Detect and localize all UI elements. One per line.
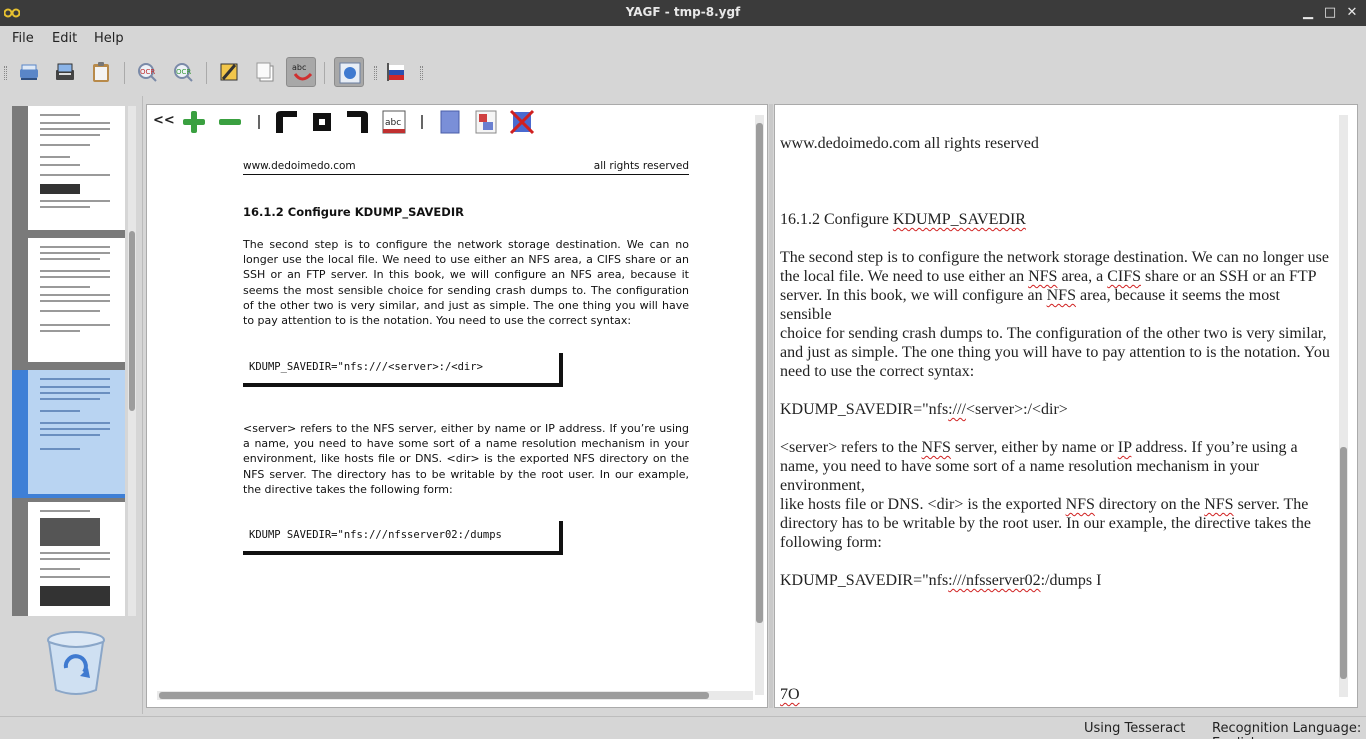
text-line: KDUMP_SAVEDIR="nfs:///<server>:/<dir> — [780, 401, 1068, 418]
code-text: KDUMP SAVEDIR="nfs:///nfsserver02:/dumps — [249, 529, 502, 541]
ocr-engine-status: Using Tesseract — [1084, 721, 1186, 736]
toolbar-separator — [324, 62, 325, 84]
page-thumbnail[interactable] — [12, 502, 125, 616]
menu-help[interactable]: Help — [94, 31, 124, 46]
copy-text-button[interactable] — [250, 57, 280, 87]
toolbar-separator — [124, 62, 125, 84]
language-button[interactable] — [382, 57, 412, 87]
paragraph: The second step is to configure the netw… — [243, 238, 689, 328]
image-horizontal-scrollbar[interactable] — [157, 691, 753, 700]
section-heading: 16.1.2 Configure KDUMP_SAVEDIR — [243, 205, 464, 219]
toolbar-handle[interactable] — [4, 66, 7, 80]
menu-file[interactable]: File — [12, 31, 34, 46]
deskew-button[interactable] — [214, 57, 244, 87]
recycle-bin-icon[interactable] — [44, 630, 108, 696]
text-line: www.dedoimedo.com all rights reserved — [780, 135, 1039, 152]
page-header: www.dedoimedo.com all rights reserved — [243, 159, 689, 175]
text-line: The second step is to configure the netw… — [780, 249, 1329, 266]
svg-text:OCR: OCR — [140, 68, 155, 76]
code-block: KDUMP SAVEDIR="nfs:///nfsserver02:/dumps — [243, 521, 563, 555]
text-line: need to use the correct syntax: — [780, 363, 975, 380]
code-text: KDUMP_SAVEDIR="nfs:///<server>:/<dir> — [249, 361, 483, 373]
open-image-icon — [56, 63, 74, 80]
page-thumbnail[interactable] — [12, 238, 125, 366]
page-header-left: www.dedoimedo.com — [243, 160, 356, 172]
text-line: environment, — [780, 477, 865, 494]
scanner-icon — [20, 64, 38, 80]
svg-text:abc: abc — [385, 118, 401, 128]
view-mode-toggle[interactable] — [334, 57, 364, 87]
page-thumbnail[interactable] — [12, 106, 125, 234]
main-toolbar: OCR OCR abc — [0, 52, 1366, 94]
text-line: 7O — [780, 686, 800, 703]
minimize-button[interactable]: ▁ — [1298, 3, 1318, 23]
window-title: YAGF - tmp-8.ygf — [625, 5, 741, 19]
image-vertical-scrollbar[interactable] — [755, 115, 764, 695]
clipboard-icon — [93, 62, 109, 82]
status-bar: Using Tesseract Recognition Language: En… — [0, 716, 1366, 739]
text-line: following form: — [780, 534, 882, 551]
text-line: sensible — [780, 306, 832, 323]
toolbar-separator — [206, 62, 207, 84]
text-line: server. In this book, we will configure … — [780, 287, 1280, 304]
clear-blocks-icon[interactable] — [509, 109, 535, 135]
page-header-right: all rights reserved — [593, 160, 689, 172]
ocr-all-icon: OCR — [174, 63, 193, 82]
rotate-right-icon[interactable] — [345, 109, 371, 135]
code-block: KDUMP_SAVEDIR="nfs:///<server>:/<dir> — [243, 353, 563, 387]
ocr-icon: OCR — [138, 63, 157, 82]
scan-button[interactable] — [14, 57, 44, 87]
text-line: name, you need to have some sort of a na… — [780, 458, 1259, 475]
svg-text:OCR: OCR — [176, 68, 191, 76]
globe-icon — [339, 62, 361, 84]
recognized-text-editor[interactable]: www.dedoimedo.com all rights reserved 16… — [774, 104, 1358, 708]
spellcheck-toggle[interactable]: abc — [286, 57, 316, 87]
text-line: the local file. We need to use either an… — [780, 268, 1317, 285]
text-line: <server> refers to the NFS server, eithe… — [780, 439, 1298, 456]
recognition-language-status: Recognition Language: English — [1212, 721, 1362, 739]
image-toolbar-separator — [421, 115, 423, 129]
select-blocks-icon[interactable] — [473, 109, 499, 135]
text-line: choice for sending crash dumps to. The c… — [780, 325, 1327, 342]
title-bar: YAGF - tmp-8.ygf ▁ □ ✕ — [0, 0, 1366, 26]
collapse-thumbnails-button[interactable]: << — [153, 113, 179, 139]
maximize-button[interactable]: □ — [1320, 3, 1340, 23]
svg-text:abc: abc — [292, 63, 306, 72]
image-toolbar-separator — [258, 115, 260, 129]
spellcheck-text-icon[interactable]: abc — [381, 109, 407, 135]
text-line: 16.1.2 Configure KDUMP_SAVEDIR — [780, 211, 1026, 228]
menu-edit[interactable]: Edit — [52, 31, 77, 46]
toolbar-handle[interactable] — [420, 66, 423, 80]
language-flag-icon — [387, 63, 404, 81]
thumbnail-panel — [0, 96, 143, 714]
text-line: like hosts file or DNS. <dir> is the exp… — [780, 496, 1309, 513]
zoom-out-icon[interactable] — [217, 109, 243, 135]
image-toolbar: << abc — [147, 105, 747, 139]
text-line: KDUMP_SAVEDIR="nfs:///nfsserver02:/dumps… — [780, 572, 1102, 589]
zoom-in-icon[interactable] — [181, 109, 207, 135]
image-view-panel: << abc www.dedoimedo.com all rights rese… — [146, 104, 768, 708]
rotate-left-icon[interactable] — [273, 109, 299, 135]
select-page-icon[interactable] — [437, 109, 463, 135]
rotate-180-icon[interactable] — [309, 109, 335, 135]
spellcheck-icon: abc — [292, 63, 313, 81]
copy-icon — [256, 62, 274, 82]
thumbnail-list[interactable] — [12, 106, 125, 616]
recognize-button[interactable]: OCR — [132, 57, 162, 87]
paste-button[interactable] — [86, 57, 116, 87]
thumbnail-scrollbar[interactable] — [128, 106, 136, 616]
close-button[interactable]: ✕ — [1342, 3, 1362, 23]
deskew-icon — [220, 63, 238, 81]
open-image-button[interactable] — [50, 57, 80, 87]
toolbar-handle[interactable] — [374, 66, 377, 80]
text-vertical-scrollbar[interactable] — [1339, 115, 1348, 697]
paragraph: <server> refers to the NFS server, eithe… — [243, 422, 689, 496]
text-line: directory has to be writable by the root… — [780, 515, 1311, 532]
panel-splitter[interactable] — [769, 104, 773, 708]
page-thumbnail-selected[interactable] — [12, 370, 125, 498]
menu-bar: File Edit Help — [0, 26, 1366, 52]
text-line: and just as simple. The one thing you wi… — [780, 344, 1330, 361]
recognize-all-button[interactable]: OCR — [168, 57, 198, 87]
